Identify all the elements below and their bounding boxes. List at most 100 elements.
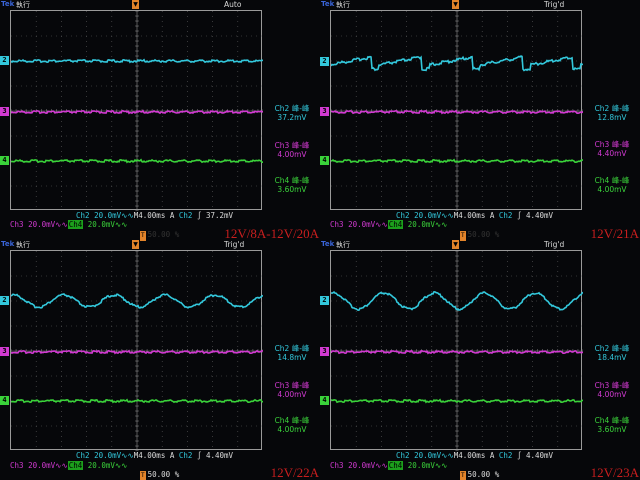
ch3-scale: 20.0mV: [348, 220, 376, 229]
trigger-position: 50.00 %: [467, 230, 500, 239]
ch2-settings-row: Ch2 20.0mV∿∿M4.00ms A Ch2 ∫ 4.40mV: [0, 451, 320, 460]
ch2-scale: 20.0mV: [94, 211, 122, 220]
ch3-meas-label: Ch3 峰-峰: [274, 381, 310, 390]
bw-limit-icon: ∿∿: [375, 461, 388, 470]
ch2-meas-label: Ch2 峰-峰: [274, 104, 310, 113]
ch2-scale: 20.0mV: [414, 451, 442, 460]
ch3-marker: 3: [320, 107, 329, 116]
run-state: 執行: [16, 241, 30, 249]
ch2-measurement: Ch2 峰-峰 37.2mV: [264, 104, 320, 122]
graticule: [10, 10, 263, 211]
bw-limit-icon: ∿∿: [441, 451, 454, 460]
ch4-marker: 4: [0, 396, 9, 405]
ch3-ch4-settings-row: Ch3 20.0mV∿∿Ch4 20.0mV∿∿: [0, 220, 127, 229]
trigger-source: Ch2: [498, 211, 513, 220]
ch4-marker: 4: [0, 156, 9, 165]
ch2-label: Ch2: [76, 211, 90, 220]
ch4-measurement: Ch4 峰-峰 4.00mV: [584, 176, 640, 194]
ch4-meas-value: 3.60mV: [597, 425, 627, 434]
ch2-marker: 2: [0, 296, 9, 305]
ch4-trace: [331, 158, 583, 164]
ch4-meas-label: Ch4 峰-峰: [274, 176, 310, 185]
ch2-meas-label: Ch2 峰-峰: [594, 104, 630, 113]
trigger-mode: Trig'd: [544, 240, 565, 249]
ch2-settings-row: Ch2 20.0mV∿∿M4.00ms A Ch2 ∫ 37.2mV: [0, 211, 320, 220]
panel-2-lower-rows: Ch3 20.0mV∿∿Ch4 20.0mV∿∿ T 50.00 %: [320, 220, 640, 241]
timebase: M4.00ms: [453, 211, 486, 220]
bw-limit-icon: ∿∿: [121, 211, 134, 220]
ch2-label: Ch2: [76, 451, 90, 460]
acq-mode: A: [489, 211, 495, 220]
ch2-meas-value: 14.8mV: [277, 353, 307, 362]
ch3-meas-value: 4.00mV: [597, 390, 627, 399]
ch3-scale: 20.0mV: [28, 220, 56, 229]
brand-logo: Tek: [321, 0, 335, 8]
trigger-position-row: T 50.00 %: [460, 230, 499, 241]
ch2-meas-label: Ch2 峰-峰: [274, 344, 310, 353]
ch3-label: Ch3: [10, 461, 24, 470]
scope-panel-2: Tek 執行 ▼ Trig'd 2 3 4 Ch2 峰-峰 12.8mV Ch3 …: [320, 0, 640, 240]
ch3-meas-value: 4.40mV: [597, 149, 627, 158]
ch3-marker: 3: [0, 347, 9, 356]
graticule: [10, 250, 263, 451]
ch4-meas-label: Ch4 峰-峰: [594, 176, 630, 185]
trigger-position: 50.00 %: [147, 470, 180, 479]
ch2-meas-value: 12.8mV: [597, 113, 627, 122]
brand-logo: Tek: [1, 0, 15, 8]
ch4-label: Ch4: [387, 461, 404, 470]
rising-edge-icon: ∫: [516, 451, 522, 460]
ch3-meas-value: 4.00mV: [277, 390, 307, 399]
ch4-label: Ch4: [67, 461, 84, 470]
bw-limit-icon: ∿∿: [375, 220, 388, 229]
rising-edge-icon: ∫: [196, 451, 202, 460]
panel-1-lower-rows: Ch3 20.0mV∿∿Ch4 20.0mV∿∿ T 50.00 %: [0, 220, 320, 241]
brand-logo: Tek: [321, 240, 335, 248]
ch3-meas-label: Ch3 峰-峰: [594, 381, 630, 390]
scope-panel-4: Tek 執行 ▼ Trig'd 2 3 4 Ch2 峰-峰 18.4mV Ch3 …: [320, 240, 640, 480]
trigger-position-row: T 50.00 %: [140, 230, 179, 241]
trigger-position-icon: ▼: [132, 240, 139, 249]
ch2-settings-row: Ch2 20.0mV∿∿M4.00ms A Ch2 ∫ 4.40mV: [320, 211, 640, 220]
bw-limit-icon: ∿∿: [55, 461, 68, 470]
trigger-level: 4.40mV: [525, 211, 554, 220]
trigger-level: 37.2mV: [205, 211, 234, 220]
trigger-mode: Trig'd: [224, 240, 245, 249]
ch3-marker: 3: [320, 347, 329, 356]
trigger-position-icon: ▼: [452, 240, 459, 249]
ch4-scale: 20.0mV: [407, 461, 435, 470]
timebase: M4.00ms: [453, 451, 486, 460]
ch3-measurement: Ch3 峰-峰 4.40mV: [584, 140, 640, 158]
ch2-marker: 2: [0, 56, 9, 65]
trigger-position-icon: ▼: [132, 0, 139, 9]
ch2-marker: 2: [320, 57, 329, 66]
acq-mode: A: [489, 451, 495, 460]
ch4-label: Ch4: [67, 220, 84, 229]
ch2-marker: 2: [320, 296, 329, 305]
trigger-source: Ch2: [498, 451, 513, 460]
bw-limit-icon: ∿∿: [121, 451, 134, 460]
trigger-source: Ch2: [178, 211, 193, 220]
ch2-scale: 20.0mV: [414, 211, 442, 220]
ch3-ch4-settings-row: Ch3 20.0mV∿∿Ch4 20.0mV∿∿: [320, 220, 447, 229]
ch2-measurement: Ch2 峰-峰 12.8mV: [584, 104, 640, 122]
status-bar: Tek 執行 ▼ Trig'd: [0, 240, 320, 250]
rising-edge-icon: ∫: [196, 211, 202, 220]
ch2-trace: [11, 58, 263, 64]
run-state: 執行: [336, 1, 350, 9]
ch3-label: Ch3: [330, 461, 344, 470]
trigger-pos-icon: T: [140, 471, 146, 480]
ch3-meas-label: Ch3 峰-峰: [274, 141, 310, 150]
ch3-scale: 20.0mV: [28, 461, 56, 470]
trigger-level: 4.40mV: [205, 451, 234, 460]
trigger-position: 50.00 %: [467, 470, 500, 479]
ch3-meas-value: 4.00mV: [277, 150, 307, 159]
load-condition: 12V/22A: [270, 465, 319, 480]
ch3-meas-label: Ch3 峰-峰: [594, 140, 630, 149]
ch4-meas-label: Ch4 峰-峰: [594, 416, 630, 425]
bw-limit-icon: ∿∿: [434, 461, 448, 470]
ch3-measurement: Ch3 峰-峰 4.00mV: [264, 381, 320, 399]
bw-limit-icon: ∿∿: [441, 211, 454, 220]
ch2-meas-value: 18.4mV: [597, 353, 627, 362]
ch3-scale: 20.0mV: [348, 461, 376, 470]
timebase: M4.00ms: [133, 451, 166, 460]
